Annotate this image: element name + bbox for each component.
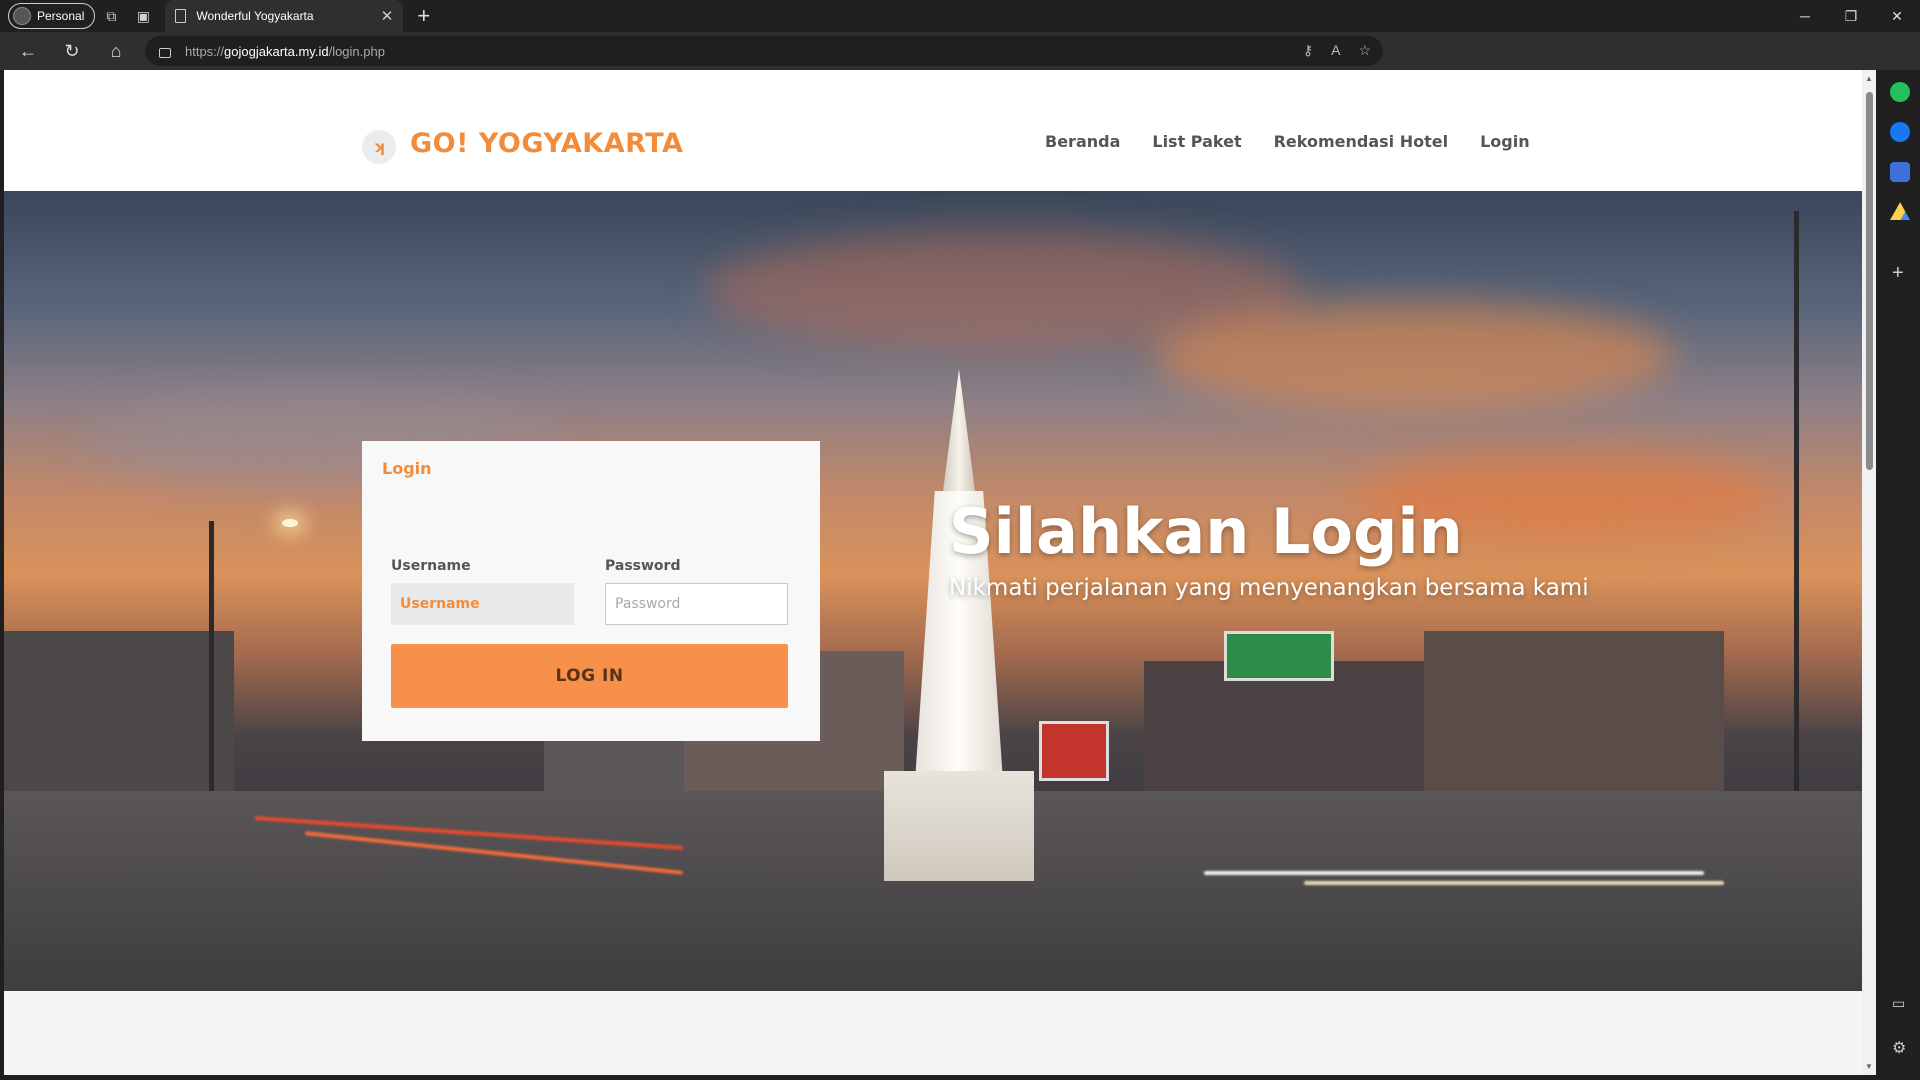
page-scrollbar[interactable]: ▲ ▼ <box>1862 70 1876 1075</box>
username-input[interactable] <box>391 583 574 625</box>
settings-gear-icon[interactable]: ⚙ <box>1892 1038 1906 1058</box>
url-domain: gojogjakarta.my.id <box>224 43 329 59</box>
tab-strip: Personal ⧉ ▣ Wonderful Yogyakarta ✕ + ─ … <box>0 0 1920 32</box>
password-input[interactable] <box>605 583 788 625</box>
toolbar: ← ↻ ⌂ https://gojogjakarta.my.id/login.p… <box>0 32 1920 95</box>
favorite-star-icon[interactable]: ☆ <box>1358 42 1371 59</box>
google-drive-icon[interactable] <box>1890 202 1910 220</box>
login-button[interactable]: LOG IN <box>391 644 788 708</box>
translate-icon[interactable] <box>1890 162 1910 182</box>
screenshot-icon[interactable]: ▭ <box>1892 995 1905 1012</box>
url-scheme: https:// <box>185 43 225 59</box>
hero-banner: Silahkan Login Nikmati perjalanan yang m… <box>4 191 1862 991</box>
hero-title: Silahkan Login <box>949 495 1463 568</box>
scroll-up-icon[interactable]: ▲ <box>1865 74 1873 83</box>
profile-button[interactable]: Personal <box>8 3 96 29</box>
tab-title: Wonderful Yogyakarta <box>196 9 314 23</box>
tab-active[interactable]: Wonderful Yogyakarta ✕ <box>165 0 404 32</box>
nav-item-beranda[interactable]: Beranda <box>1045 132 1120 151</box>
window-controls: ─ ❐ ✕ <box>1782 0 1920 32</box>
restore-icon[interactable]: ❐ <box>1828 0 1874 32</box>
browser-sidebar: + ▭ ⚙ <box>1880 70 1920 1080</box>
login-form: Login Username Password LOG IN <box>362 441 820 741</box>
username-label: Username <box>391 558 471 574</box>
main-nav: Beranda List Paket Rekomendasi Hotel Log… <box>1045 132 1530 151</box>
back-icon[interactable]: ← <box>6 32 50 70</box>
read-aloud-icon[interactable]: A <box>1331 42 1340 59</box>
page-icon <box>175 9 187 23</box>
close-window-icon[interactable]: ✕ <box>1874 0 1920 32</box>
refresh-icon[interactable]: ↻ <box>50 32 94 70</box>
logo-icon[interactable]: ʞ <box>362 130 396 164</box>
profile-label: Personal <box>37 9 85 23</box>
nav-item-login[interactable]: Login <box>1480 132 1530 151</box>
url-text[interactable]: https://gojogjakarta.my.id/login.php <box>185 44 385 59</box>
page-footer-area <box>4 991 1862 1075</box>
nav-item-list-paket[interactable]: List Paket <box>1152 132 1241 151</box>
avatar <box>13 7 31 25</box>
tab-actions-icon[interactable]: ▣ <box>127 2 159 30</box>
login-heading: Login <box>382 459 432 478</box>
new-tab-icon[interactable]: + <box>417 3 430 29</box>
facebook-icon[interactable] <box>1890 122 1910 142</box>
home-icon[interactable]: ⌂ <box>94 32 138 70</box>
site-header: ʞ GO! YOGYAKARTA Beranda List Paket Reko… <box>4 70 1862 191</box>
workspaces-icon[interactable]: ⧉ <box>95 2 127 30</box>
add-sidebar-app-icon[interactable]: + <box>1892 262 1904 285</box>
url-path: /login.php <box>328 43 385 59</box>
hero-subtitle: Nikmati perjalanan yang menyenangkan ber… <box>949 575 1589 601</box>
nav-item-rekomendasi-hotel[interactable]: Rekomendasi Hotel <box>1274 132 1448 151</box>
site-brand[interactable]: GO! YOGYAKARTA <box>410 128 683 159</box>
password-label: Password <box>605 558 681 574</box>
scroll-thumb[interactable] <box>1866 92 1873 470</box>
whatsapp-icon[interactable] <box>1890 82 1910 102</box>
minimize-icon[interactable]: ─ <box>1782 0 1828 32</box>
address-bar[interactable]: https://gojogjakarta.my.id/login.php ⚷ A… <box>145 36 1383 66</box>
key-icon[interactable]: ⚷ <box>1303 42 1313 59</box>
close-tab-icon[interactable]: ✕ <box>381 7 394 25</box>
web-page: --> ʞ GO! YOGYAKARTA Beranda List Paket … <box>4 70 1862 1075</box>
lock-icon[interactable] <box>159 48 171 58</box>
scroll-down-icon[interactable]: ▼ <box>1865 1062 1873 1071</box>
